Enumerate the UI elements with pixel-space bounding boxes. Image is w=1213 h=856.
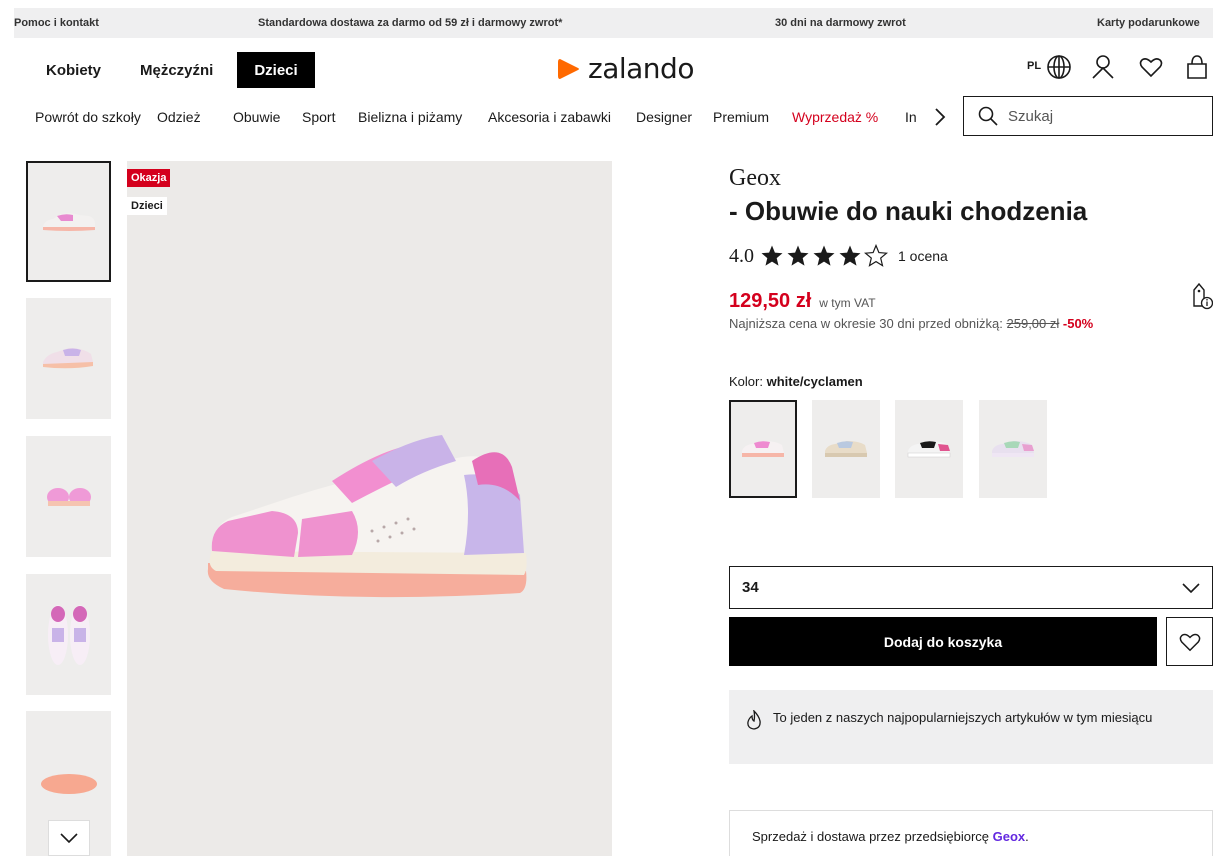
rating-count[interactable]: 1 ocena — [898, 248, 948, 264]
lowest-price-note: Najniższa cena w okresie 30 dni przed ob… — [729, 316, 1093, 331]
color-swatch[interactable] — [729, 400, 797, 498]
seller-text-end: . — [1025, 829, 1029, 844]
discount-badge: -50% — [1062, 316, 1094, 331]
popular-note-text: To jeden z naszych najpopularniejszych a… — [773, 710, 1153, 725]
category-premium[interactable]: Premium — [713, 109, 769, 125]
gender-kids[interactable]: Dzieci — [237, 52, 315, 88]
product-thumbnail[interactable] — [26, 298, 111, 419]
help-contact-link[interactable]: Pomoc i kontakt — [14, 17, 99, 29]
product-rating: 4.0 1 ocena — [729, 244, 948, 268]
price-tag-info-icon[interactable] — [1188, 282, 1213, 312]
color-value: white/cyclamen — [766, 374, 863, 389]
seller-info: Sprzedaż i dostawa przez przedsiębiorcę … — [729, 810, 1213, 856]
search-placeholder: Szukaj — [1008, 107, 1054, 125]
gender-men[interactable]: Mężczyźni — [128, 52, 225, 88]
add-to-cart-button[interactable]: Dodaj do koszyka — [729, 617, 1157, 666]
size-value: 34 — [742, 579, 759, 596]
search-icon — [978, 106, 998, 126]
returns-info[interactable]: 30 dni na darmowy zwrot — [775, 17, 906, 29]
rating-value: 4.0 — [729, 244, 754, 267]
category-sport[interactable]: Sport — [302, 109, 335, 125]
gift-cards-link[interactable]: Karty podarunkowe — [1097, 17, 1200, 29]
heart-icon[interactable] — [1136, 52, 1166, 82]
chevron-down-icon — [1182, 582, 1200, 593]
star-empty-icon — [864, 244, 888, 267]
product-thumbnail[interactable] — [26, 436, 111, 557]
sneaker-illustration — [207, 435, 527, 598]
search-input[interactable]: Szukaj — [963, 96, 1213, 136]
user-icon[interactable] — [1088, 52, 1118, 82]
category-nav: Powrót do szkoły Odzież Obuwie Sport Bie… — [0, 100, 960, 136]
product-thumbnail[interactable] — [26, 161, 111, 282]
category-designer[interactable]: Designer — [636, 109, 692, 125]
wishlist-button[interactable] — [1166, 617, 1213, 666]
main-product-image[interactable]: Okazja Dzieci — [127, 161, 612, 856]
bag-icon[interactable] — [1182, 52, 1212, 82]
category-more[interactable]: In — [905, 109, 917, 125]
color-swatch[interactable] — [895, 400, 963, 498]
star-filled-icon — [839, 245, 861, 266]
product-thumbnail[interactable] — [26, 574, 111, 695]
category-underwear[interactable]: Bielizna i piżamy — [358, 109, 462, 125]
thumbnails-scroll-down[interactable] — [48, 820, 90, 856]
color-swatch[interactable] — [979, 400, 1047, 498]
vat-label: w tym VAT — [819, 296, 876, 310]
heart-icon — [1179, 633, 1200, 651]
price-block: 129,50 zł w tym VAT — [729, 290, 876, 313]
old-price: 259,00 zł — [1006, 316, 1060, 331]
header: Kobiety Mężczyźni Dzieci zalando PL — [0, 38, 1213, 102]
popular-item-note: To jeden z naszych najpopularniejszych a… — [729, 690, 1213, 764]
star-filled-icon — [787, 245, 809, 266]
flame-icon — [747, 710, 761, 730]
zalando-logo[interactable]: zalando — [556, 52, 694, 85]
top-info-bar: Pomoc i kontakt Standardowa dostawa za d… — [14, 8, 1213, 38]
rating-stars — [760, 244, 888, 268]
logo-text: zalando — [588, 52, 694, 85]
category-accessories[interactable]: Akcesoria i zabawki — [488, 109, 611, 125]
kids-flag: Dzieci — [127, 197, 167, 215]
product-brand[interactable]: Geox — [729, 165, 781, 192]
color-label: Kolor: white/cyclamen — [729, 374, 863, 389]
category-clothing[interactable]: Odzież — [157, 109, 201, 125]
star-filled-icon — [813, 245, 835, 266]
zalando-logo-icon — [558, 58, 579, 79]
size-select[interactable]: 34 — [729, 566, 1213, 609]
star-filled-icon — [761, 245, 783, 266]
language-label[interactable]: PL — [1027, 60, 1041, 72]
chevron-down-icon — [60, 833, 78, 844]
color-swatch[interactable] — [812, 400, 880, 498]
deal-flag: Okazja — [127, 169, 171, 187]
chevron-right-icon[interactable] — [930, 105, 950, 129]
lowest-price-label: Najniższa cena w okresie 30 dni przed ob… — [729, 316, 1003, 331]
shipping-info[interactable]: Standardowa dostawa za darmo od 59 zł i … — [258, 17, 562, 29]
globe-icon[interactable] — [1044, 52, 1074, 82]
category-shoes[interactable]: Obuwie — [233, 109, 280, 125]
seller-text: Sprzedaż i dostawa przez przedsiębiorcę — [752, 829, 990, 844]
seller-link[interactable]: Geox — [993, 829, 1026, 844]
current-price: 129,50 zł — [729, 290, 812, 312]
category-back-to-school[interactable]: Powrót do szkoły — [35, 109, 141, 125]
category-sale[interactable]: Wyprzedaż % — [792, 109, 878, 125]
gender-women[interactable]: Kobiety — [34, 52, 113, 88]
product-title: - Obuwie do nauki chodzenia — [729, 196, 1088, 226]
